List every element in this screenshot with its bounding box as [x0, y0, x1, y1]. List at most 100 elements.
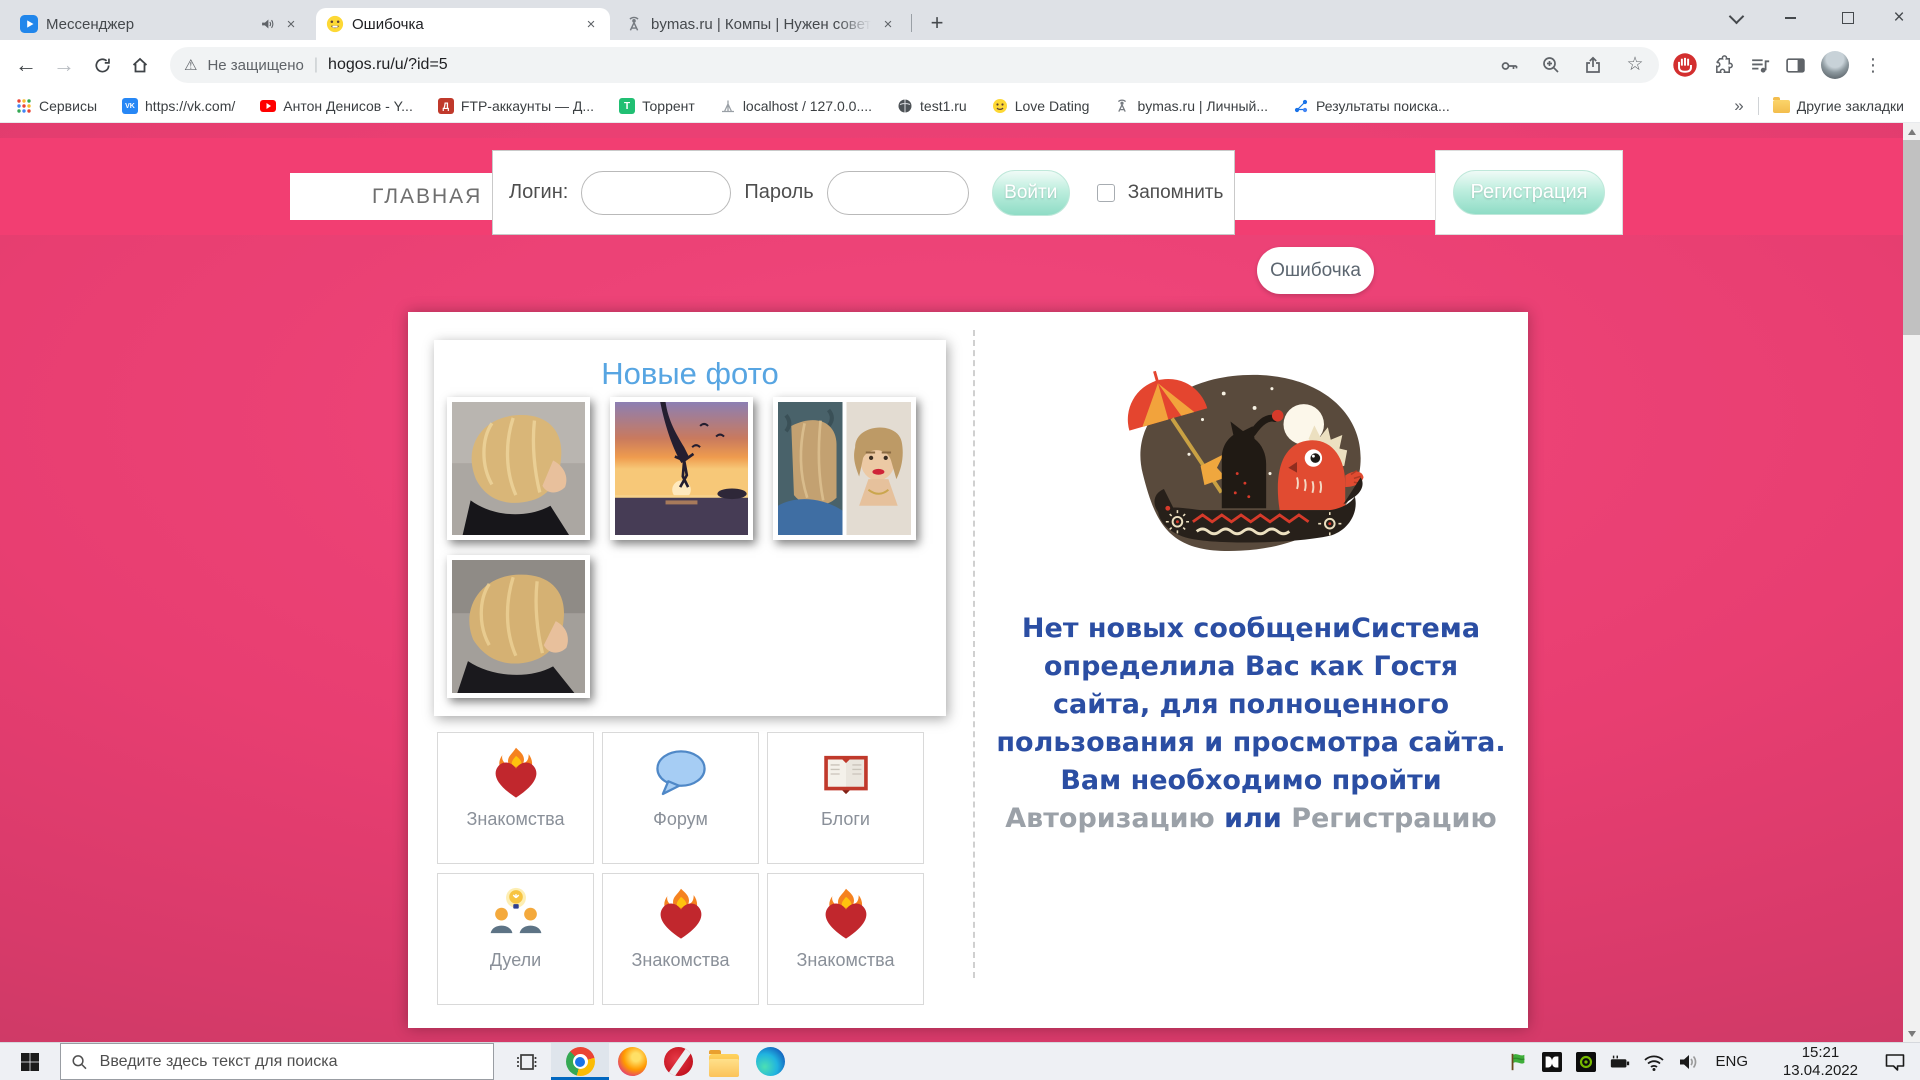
tab-title: Мессенджер	[46, 16, 252, 33]
tab-close-icon[interactable]: ×	[582, 15, 600, 33]
messenger-favicon	[20, 15, 38, 33]
ftp-icon: Д	[438, 98, 454, 114]
menu-tile-dueli[interactable]: Дуели	[437, 873, 594, 1005]
tab-oshibochka[interactable]: Ошибочка ×	[316, 8, 610, 40]
home-button[interactable]	[124, 49, 156, 81]
sidebar-icon[interactable]	[1785, 55, 1806, 76]
tab-close-icon[interactable]: ×	[879, 15, 897, 33]
extensions-puzzle-icon[interactable]	[1713, 55, 1734, 76]
window-minimize-button[interactable]	[1768, 0, 1812, 36]
taskbar-firefox-button[interactable]	[609, 1043, 655, 1080]
new-tab-button[interactable]: +	[922, 8, 952, 38]
url-separator: |	[314, 56, 318, 74]
refresh-button[interactable]	[86, 49, 118, 81]
browser-tab-strip: Мессенджер × Ошибочка × bymas.ru | Компы…	[0, 0, 1920, 40]
windows-logo-icon	[20, 1052, 40, 1072]
page-scrollbar[interactable]	[1903, 123, 1920, 1042]
menu-tile-forum[interactable]: Форум	[602, 732, 759, 864]
password-key-icon[interactable]	[1499, 55, 1519, 75]
photo-thumbnail[interactable]	[610, 397, 753, 540]
nvidia-tray-icon[interactable]	[1575, 1051, 1597, 1073]
window-chevron-icon[interactable]	[1716, 0, 1756, 36]
time: 15:21	[1802, 1044, 1840, 1062]
bookmark-vk[interactable]: VK https://vk.com/	[122, 98, 235, 114]
guest-message: Нет новых сообщениСистема определила Вас…	[991, 610, 1511, 838]
menu-tile-blogi[interactable]: Блоги	[767, 732, 924, 864]
nav-home-link[interactable]: ГЛАВНАЯ	[372, 173, 482, 220]
photo-thumbnail[interactable]	[447, 555, 590, 698]
address-bar[interactable]: ⚠ Не защищено | hogos.ru/u/?id=5 ☆	[170, 47, 1659, 83]
browser-toolbar: ← → ⚠ Не защищено | hogos.ru/u/?id=5	[0, 40, 1920, 90]
url-text[interactable]: hogos.ru/u/?id=5	[328, 56, 448, 74]
bookmark-bymas[interactable]: bymas.ru | Личный...	[1114, 98, 1268, 114]
bookmarks-divider	[1758, 97, 1759, 115]
message-text: Нет новых сообщениСистема определила Вас…	[996, 613, 1505, 796]
wifi-tray-icon[interactable]	[1643, 1051, 1665, 1073]
start-button[interactable]	[10, 1043, 50, 1080]
message-text: или	[1215, 803, 1291, 834]
window-maximize-button[interactable]	[1826, 0, 1870, 36]
bookmark-services[interactable]: Сервисы	[16, 98, 97, 114]
bookmark-youtube[interactable]: Антон Денисов - Y...	[260, 98, 413, 114]
register-button[interactable]: Регистрация	[1453, 170, 1605, 215]
notification-center-button[interactable]	[1884, 1043, 1906, 1080]
windows-taskbar: ENG 15:21 13.04.2022	[0, 1042, 1920, 1080]
taskbar-edge-button[interactable]	[747, 1043, 793, 1080]
zoom-icon[interactable]	[1541, 55, 1561, 75]
globe-icon	[897, 98, 913, 114]
registration-link[interactable]: Регистрацию	[1291, 803, 1497, 834]
login-input[interactable]	[581, 171, 731, 215]
scrollbar-thumb[interactable]	[1903, 140, 1920, 335]
bookmark-star-icon[interactable]: ☆	[1625, 55, 1645, 75]
remember-label: Запомнить	[1128, 182, 1224, 204]
bookmarks-overflow-icon[interactable]: »	[1734, 96, 1743, 116]
security-warning-icon[interactable]: ⚠	[184, 56, 197, 74]
flag-tray-icon[interactable]	[1507, 1051, 1529, 1073]
authorization-link[interactable]: Авторизацию	[1005, 803, 1215, 834]
tab-bymas[interactable]: bymas.ru | Компы | Нужен совет ×	[615, 8, 907, 40]
share-icon[interactable]	[1583, 55, 1603, 75]
photo-thumbnail[interactable]	[773, 397, 916, 540]
antenna-icon	[1114, 98, 1130, 114]
photo-thumbnail[interactable]	[447, 397, 590, 540]
tab-messenger[interactable]: Мессенджер ×	[10, 8, 310, 40]
bookmark-love-dating[interactable]: Love Dating	[992, 98, 1090, 114]
taskbar-chrome-button[interactable]	[551, 1043, 609, 1080]
adblock-icon[interactable]	[1672, 52, 1698, 78]
bookmark-torrent[interactable]: T Торрент	[619, 98, 695, 114]
password-input[interactable]	[827, 171, 969, 215]
tab-title: Ошибочка	[352, 16, 574, 33]
guest-illustration	[1108, 348, 1378, 574]
search-input[interactable]	[98, 1052, 483, 1072]
forward-button[interactable]: →	[48, 49, 80, 81]
dolby-tray-icon[interactable]	[1541, 1051, 1563, 1073]
battery-tray-icon[interactable]	[1609, 1051, 1631, 1073]
taskbar-explorer-button[interactable]	[701, 1043, 747, 1080]
remember-checkbox[interactable]	[1097, 184, 1115, 202]
language-indicator[interactable]: ENG	[1711, 1053, 1752, 1070]
login-button[interactable]: Войти	[992, 170, 1070, 216]
tab-audio-icon[interactable]	[260, 17, 274, 31]
menu-tile-znakomstva[interactable]: Знакомства	[602, 873, 759, 1005]
scroll-down-button[interactable]	[1903, 1025, 1920, 1042]
taskbar-clock[interactable]: 15:21 13.04.2022	[1783, 1043, 1858, 1080]
vk-icon: VK	[122, 98, 138, 114]
volume-tray-icon[interactable]	[1677, 1051, 1699, 1073]
profile-avatar[interactable]	[1821, 51, 1849, 79]
task-view-button[interactable]	[505, 1043, 547, 1080]
window-close-button[interactable]: ×	[1878, 0, 1920, 36]
bookmark-ftp[interactable]: Д FTP-аккаунты — Д...	[438, 98, 594, 114]
bookmark-test1[interactable]: test1.ru	[897, 98, 967, 114]
tab-close-icon[interactable]: ×	[282, 15, 300, 33]
bookmark-localhost[interactable]: localhost / 127.0.0....	[720, 98, 872, 114]
menu-tile-znakomstva[interactable]: Знакомства	[437, 732, 594, 864]
other-bookmarks-button[interactable]: Другие закладки	[1773, 98, 1904, 114]
smiley-icon	[992, 98, 1008, 114]
back-button[interactable]: ←	[10, 49, 42, 81]
scroll-up-button[interactable]	[1903, 123, 1920, 140]
taskbar-ccleaner-button[interactable]	[655, 1043, 701, 1080]
browser-menu-icon[interactable]: ⋮	[1864, 55, 1882, 76]
bookmark-search-results[interactable]: Результаты поиска...	[1293, 98, 1450, 114]
menu-tile-znakomstva[interactable]: Знакомства	[767, 873, 924, 1005]
playlist-icon[interactable]	[1749, 55, 1770, 76]
